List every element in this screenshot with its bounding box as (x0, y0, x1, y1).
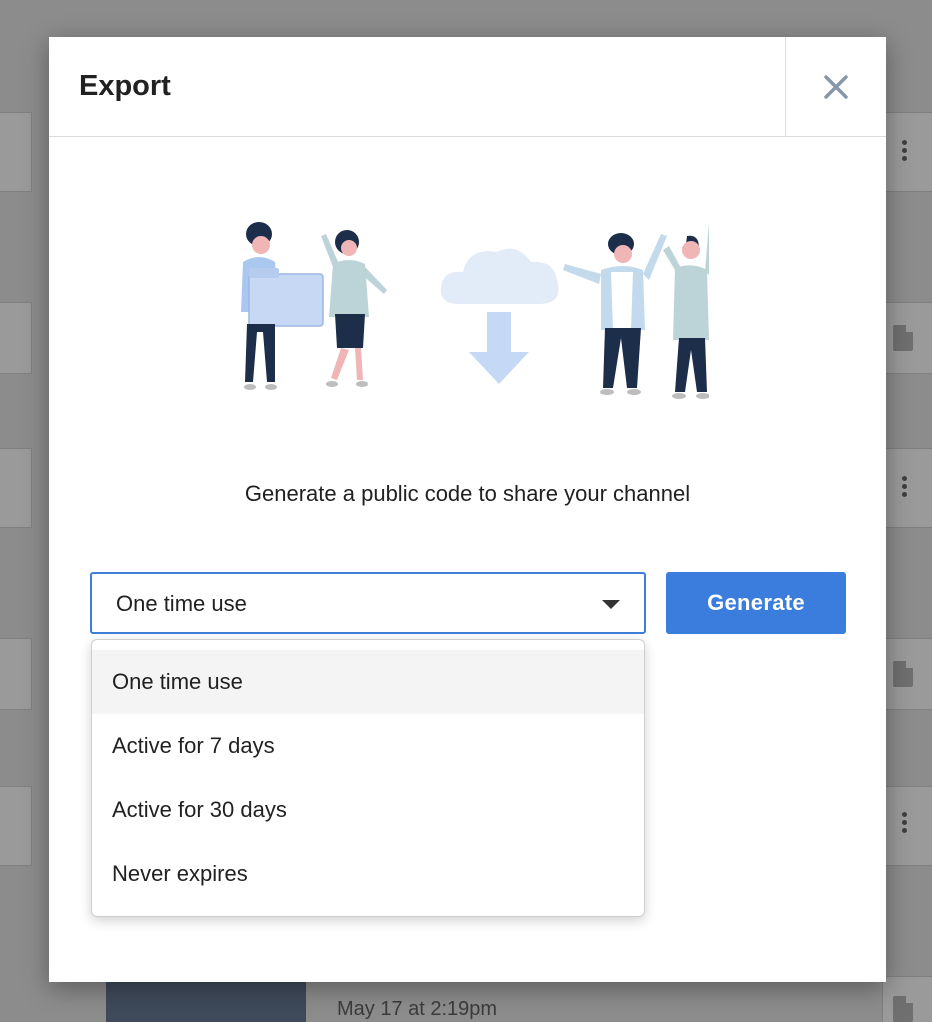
bg-card (0, 638, 32, 710)
kebab-menu-icon (902, 476, 908, 500)
kebab-menu-icon (902, 812, 908, 836)
bg-date-text: May 17 at 2:19pm (337, 998, 498, 1020)
bg-thumbnail (106, 982, 306, 1022)
modal-header: Export (49, 37, 886, 137)
dropdown-option-7-days[interactable]: Active for 7 days (92, 714, 644, 778)
close-icon (824, 75, 848, 99)
person-celebrating-illustration (563, 233, 667, 395)
expiry-select-value: One time use (116, 591, 247, 616)
dropdown-option-30-days[interactable]: Active for 30 days (92, 778, 644, 842)
document-search-icon (893, 661, 913, 687)
expiry-dropdown-menu: One time use Active for 7 days Active fo… (91, 639, 645, 917)
person-cheering-illustration (663, 222, 709, 399)
modal-title: Export (79, 70, 171, 102)
modal-subtitle: Generate a public code to share your cha… (244, 481, 691, 506)
expiry-select[interactable]: One time use (90, 572, 646, 634)
close-button[interactable] (785, 37, 886, 137)
export-modal: Export Generate a public code to share y… (49, 37, 886, 982)
document-search-icon (893, 996, 913, 1022)
cloud-download-icon (440, 248, 559, 384)
caret-down-icon (602, 600, 620, 609)
dropdown-option-one-time-use[interactable]: One time use (92, 650, 644, 714)
dropdown-option-never-expires[interactable]: Never expires (92, 842, 644, 906)
document-search-icon (893, 325, 913, 351)
kebab-menu-icon (902, 140, 908, 164)
export-illustration (241, 222, 709, 399)
bg-card (0, 448, 32, 528)
bg-card (0, 786, 32, 866)
bg-card (0, 112, 32, 192)
person-with-folder-illustration (241, 222, 324, 390)
person-waving-illustration (321, 230, 387, 387)
generate-button[interactable]: Generate (666, 572, 846, 634)
bg-card (0, 302, 32, 374)
